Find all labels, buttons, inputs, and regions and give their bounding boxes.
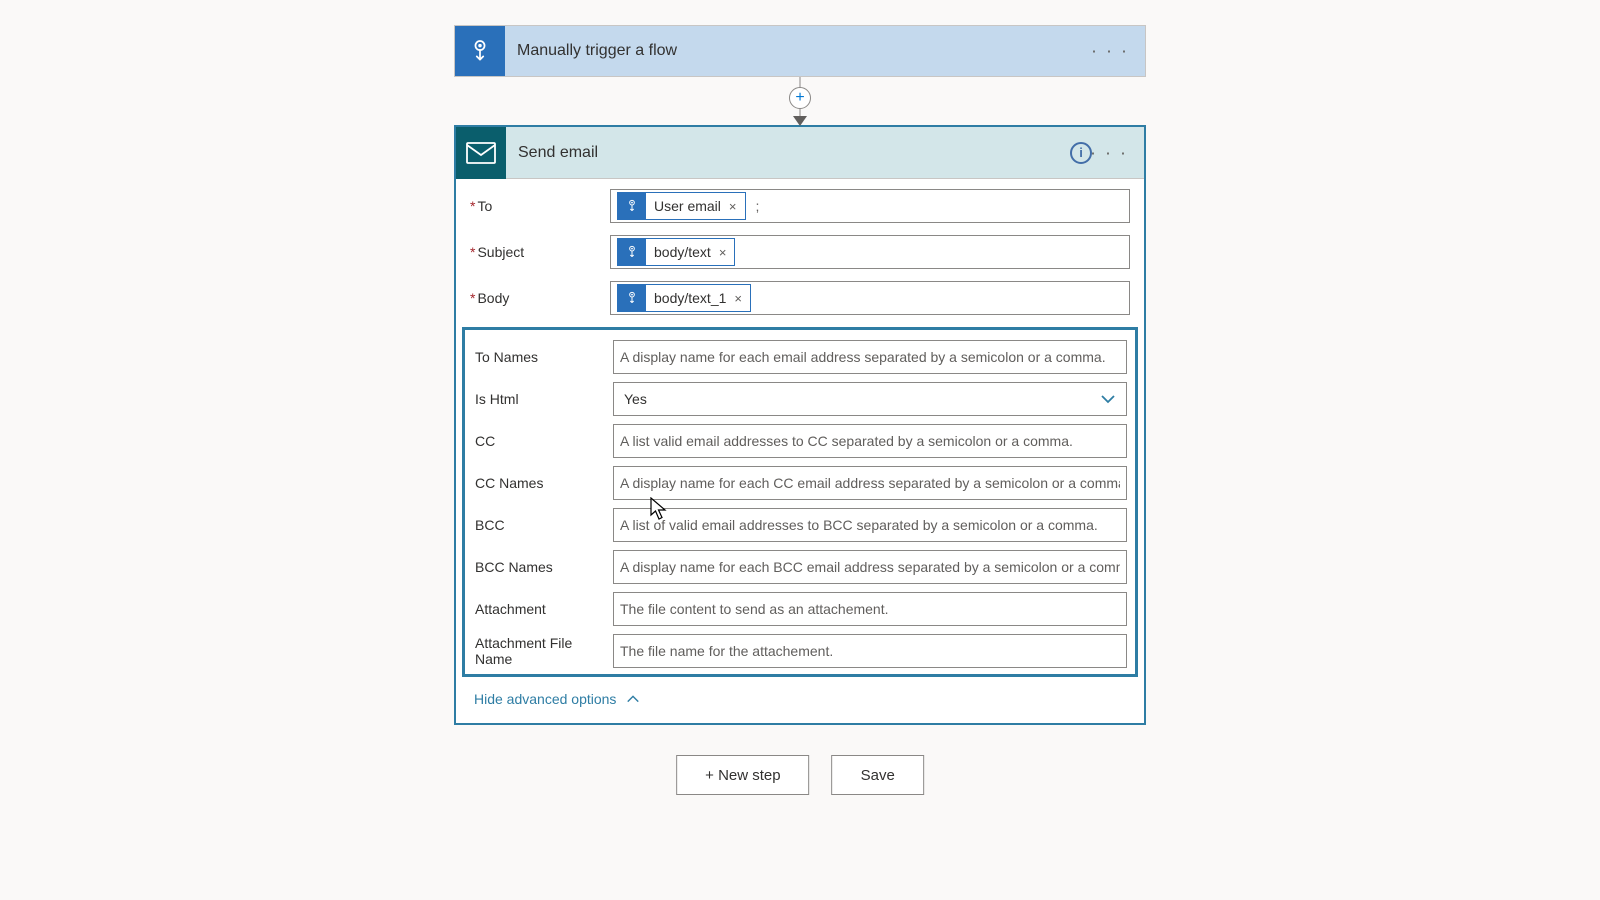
token-remove-icon[interactable]: × — [727, 199, 745, 214]
send-email-card: Send email i · · · *To User email × ; — [454, 125, 1146, 725]
cc-label: CC — [473, 433, 613, 449]
is-html-select[interactable]: Yes — [613, 382, 1127, 416]
body-label: *Body — [470, 290, 610, 306]
action-title: Send email — [506, 144, 1144, 162]
save-button[interactable]: Save — [832, 755, 924, 795]
subject-input[interactable]: body/text × — [610, 235, 1130, 269]
attachment-input[interactable] — [613, 592, 1127, 626]
token-remove-icon[interactable]: × — [717, 245, 735, 260]
token-icon — [618, 284, 646, 312]
bcc-input[interactable] — [613, 508, 1127, 542]
bcc-names-input[interactable] — [613, 550, 1127, 584]
to-names-label: To Names — [473, 349, 613, 365]
token-remove-icon[interactable]: × — [732, 291, 750, 306]
add-step-icon[interactable]: + — [789, 87, 811, 109]
to-names-input[interactable] — [613, 340, 1127, 374]
cc-names-input[interactable] — [613, 466, 1127, 500]
arrow-down-icon — [793, 116, 807, 126]
footer-actions: + New step Save — [676, 755, 924, 795]
attachment-label: Attachment — [473, 601, 613, 617]
trigger-icon — [455, 26, 505, 76]
token-icon — [618, 238, 646, 266]
to-label: *To — [470, 198, 610, 214]
new-step-button[interactable]: + New step — [676, 755, 809, 795]
token-body-text-1[interactable]: body/text_1 × — [617, 284, 751, 312]
attachment-filename-input[interactable] — [613, 634, 1127, 668]
chevron-up-icon — [626, 692, 640, 706]
mail-icon — [456, 127, 506, 179]
bcc-names-label: BCC Names — [473, 559, 613, 575]
cc-names-label: CC Names — [473, 475, 613, 491]
token-user-email[interactable]: User email × — [617, 192, 746, 220]
cc-input[interactable] — [613, 424, 1127, 458]
hide-advanced-link[interactable]: Hide advanced options — [456, 685, 1144, 723]
action-more-icon[interactable]: · · · — [1082, 138, 1136, 167]
trigger-card[interactable]: Manually trigger a flow · · · — [454, 25, 1146, 77]
is-html-label: Is Html — [473, 391, 613, 407]
token-icon — [618, 192, 646, 220]
chevron-down-icon — [1100, 391, 1116, 407]
trigger-title: Manually trigger a flow — [505, 42, 1145, 60]
subject-label: *Subject — [470, 244, 610, 260]
connector: + — [454, 77, 1146, 125]
attachment-filename-label: Attachment File Name — [473, 635, 613, 667]
to-input[interactable]: User email × ; — [610, 189, 1130, 223]
advanced-options: To Names Is Html Yes CC CC Names — [462, 327, 1138, 677]
trigger-more-icon[interactable]: · · · — [1083, 37, 1137, 66]
token-body-text[interactable]: body/text × — [617, 238, 735, 266]
body-input[interactable]: body/text_1 × — [610, 281, 1130, 315]
bcc-label: BCC — [473, 517, 613, 533]
